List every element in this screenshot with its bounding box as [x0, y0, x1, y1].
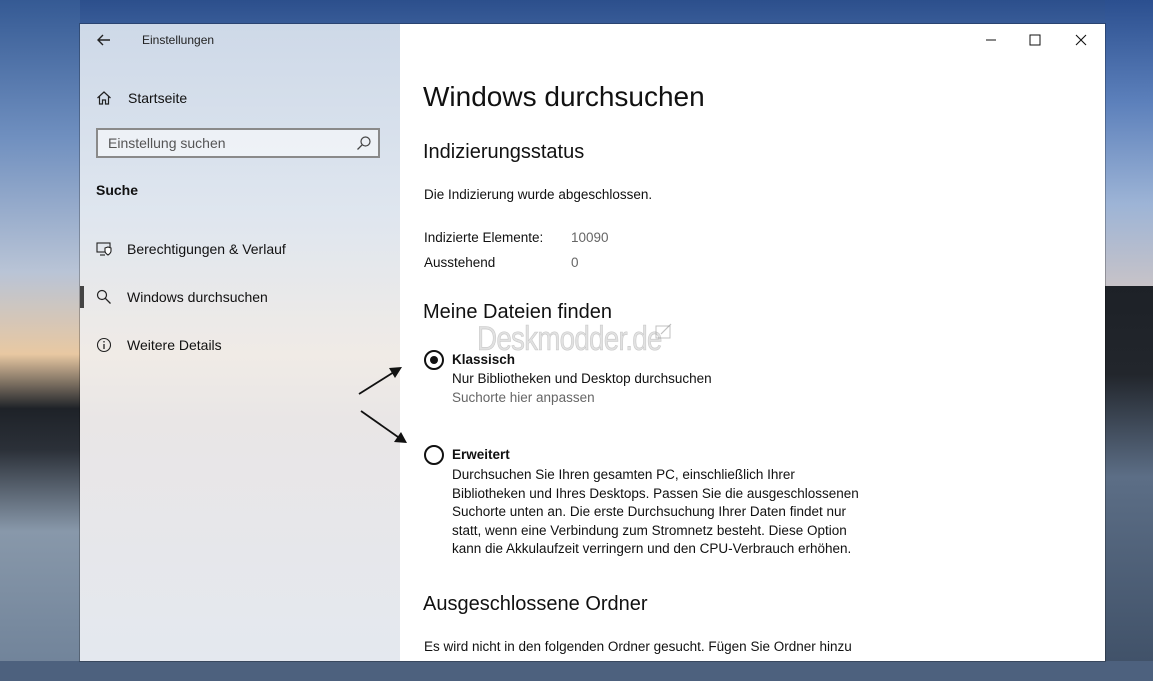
search-icon: [96, 289, 111, 304]
info-icon: [96, 337, 112, 353]
excluded-folders-text: Es wird nicht in den folgenden Ordner ge…: [424, 639, 852, 654]
page-title: Windows durchsuchen: [423, 81, 705, 112]
settings-search-box[interactable]: [96, 128, 380, 158]
sidebar-item-more-details[interactable]: Weitere Details: [80, 325, 400, 365]
close-icon: [1075, 34, 1087, 46]
sidebar-item-permissions-history[interactable]: Berechtigungen & Verlauf: [80, 229, 400, 269]
desktop-background-bottom: [0, 661, 1153, 681]
settings-search-input[interactable]: [98, 130, 368, 156]
option-enhanced-description-line: Bibliotheken und Ihres Desktops. Passen …: [452, 486, 859, 501]
active-indicator: [80, 286, 84, 308]
excluded-folders-heading: Ausgeschlossene Ordner: [423, 593, 648, 615]
main-content: Windows durchsuchen Indizierungsstatus D…: [400, 24, 1105, 661]
indexed-items-label: Indizierte Elemente:: [424, 230, 544, 245]
radio-classic[interactable]: [424, 350, 444, 370]
indexing-status-text: Die Indizierung wurde abgeschlossen.: [424, 187, 653, 202]
desktop-background-right: [1105, 0, 1153, 681]
sidebar-item-label: Windows durchsuchen: [127, 289, 268, 305]
radio-enhanced[interactable]: [424, 445, 444, 465]
sidebar-item-windows-search[interactable]: Windows durchsuchen: [80, 277, 400, 317]
minimize-button[interactable]: [968, 24, 1014, 56]
pending-label: Ausstehend: [424, 255, 496, 270]
back-button[interactable]: [94, 30, 114, 50]
close-button[interactable]: [1058, 24, 1104, 56]
sidebar-item-label: Berechtigungen & Verlauf: [127, 241, 286, 257]
permissions-history-icon: [96, 242, 112, 256]
sidebar-item-home[interactable]: Startseite: [96, 87, 187, 109]
search-icon[interactable]: [356, 135, 372, 151]
option-enhanced-description-line: statt, wenn eine Verbindung zum Stromnet…: [452, 523, 847, 538]
home-icon: [97, 91, 111, 105]
sidebar-section-label: Suche: [96, 182, 139, 198]
sidebar: Einstellungen Startseite Suche Berechtig…: [80, 24, 400, 661]
settings-window: Einstellungen Startseite Suche Berechtig…: [80, 24, 1105, 661]
desktop-background-left: [0, 0, 80, 681]
sidebar-item-label: Weitere Details: [127, 337, 222, 353]
option-enhanced-description-line: Suchorte unten an. Die erste Durchsuchun…: [452, 504, 846, 519]
option-classic-title[interactable]: Klassisch: [452, 352, 515, 367]
option-enhanced-title[interactable]: Erweitert: [452, 447, 510, 462]
watermark-pencil-icon: [655, 323, 672, 339]
option-classic-description: Nur Bibliotheken und Desktop durchsuchen: [452, 371, 712, 386]
sidebar-item-home-label: Startseite: [128, 90, 188, 106]
indexed-items-value: 10090: [571, 230, 609, 245]
window-title: Einstellungen: [142, 33, 215, 47]
minimize-icon: [986, 39, 996, 41]
maximize-button[interactable]: [1012, 24, 1058, 56]
maximize-icon: [1029, 34, 1041, 46]
pending-value: 0: [571, 255, 579, 270]
customize-search-locations-link[interactable]: Suchorte hier anpassen: [452, 390, 595, 405]
radio-selected-dot: [430, 356, 438, 364]
option-enhanced-description-line: Durchsuchen Sie Ihren gesamten PC, einsc…: [452, 467, 795, 482]
back-arrow-icon: [97, 34, 110, 46]
option-enhanced-description-line: kann die Akkulaufzeit verringern und den…: [452, 541, 852, 556]
indexing-status-heading: Indizierungsstatus: [423, 141, 585, 163]
